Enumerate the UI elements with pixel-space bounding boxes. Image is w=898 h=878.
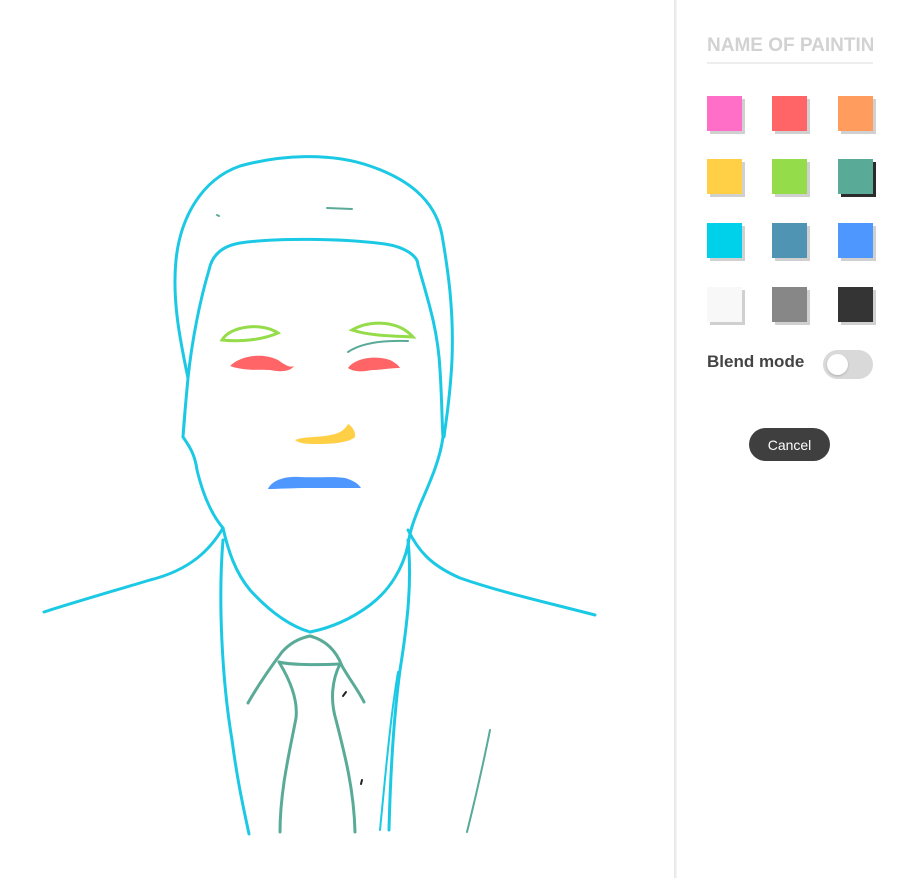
swatch-teal[interactable] xyxy=(838,159,873,194)
eye-left xyxy=(230,355,294,372)
toggle-knob xyxy=(827,354,848,375)
hairline xyxy=(207,237,420,272)
shoulder-left xyxy=(42,526,225,614)
cancel-button[interactable]: Cancel xyxy=(749,428,830,461)
eyebrow-left xyxy=(219,325,282,343)
swatch-blue[interactable] xyxy=(838,223,873,258)
painting-name-input[interactable] xyxy=(707,30,873,64)
paint-panel: Blend mode Cancel xyxy=(677,0,898,878)
head-dot xyxy=(216,214,220,217)
swatch-pink[interactable] xyxy=(707,96,742,131)
hair-outline xyxy=(173,155,454,439)
swatch-red[interactable] xyxy=(772,96,807,131)
eyelid-right xyxy=(347,339,409,353)
swatch-cyan[interactable] xyxy=(707,223,742,258)
tie-right-edge xyxy=(331,662,357,834)
eye-right xyxy=(348,357,400,372)
swatch-yellow[interactable] xyxy=(707,159,742,194)
swatch-green[interactable] xyxy=(772,159,807,194)
collar-left xyxy=(246,634,312,705)
mark-1 xyxy=(342,691,347,697)
shoulder-right xyxy=(406,528,597,617)
ear-left xyxy=(182,377,189,438)
swatch-white[interactable] xyxy=(707,287,742,322)
face-left-contour xyxy=(181,268,312,634)
nose xyxy=(295,424,356,444)
swatch-dark-gray[interactable] xyxy=(838,287,873,322)
blend-mode-label: Blend mode xyxy=(707,352,805,371)
head-mark xyxy=(326,207,353,210)
swatch-orange[interactable] xyxy=(838,96,873,131)
lapel-right xyxy=(466,729,491,833)
mark-2 xyxy=(360,779,363,785)
mouth xyxy=(268,476,361,489)
tie-left-edge xyxy=(277,660,298,834)
swatch-steel-blue[interactable] xyxy=(772,223,807,258)
eyebrow-right xyxy=(348,321,417,339)
portrait-drawing xyxy=(42,155,597,836)
drawing-canvas[interactable] xyxy=(0,0,674,878)
blend-mode-toggle[interactable] xyxy=(823,350,873,379)
face-right-contour xyxy=(308,263,445,634)
swatch-gray[interactable] xyxy=(772,287,807,322)
tie-knot xyxy=(277,660,342,667)
